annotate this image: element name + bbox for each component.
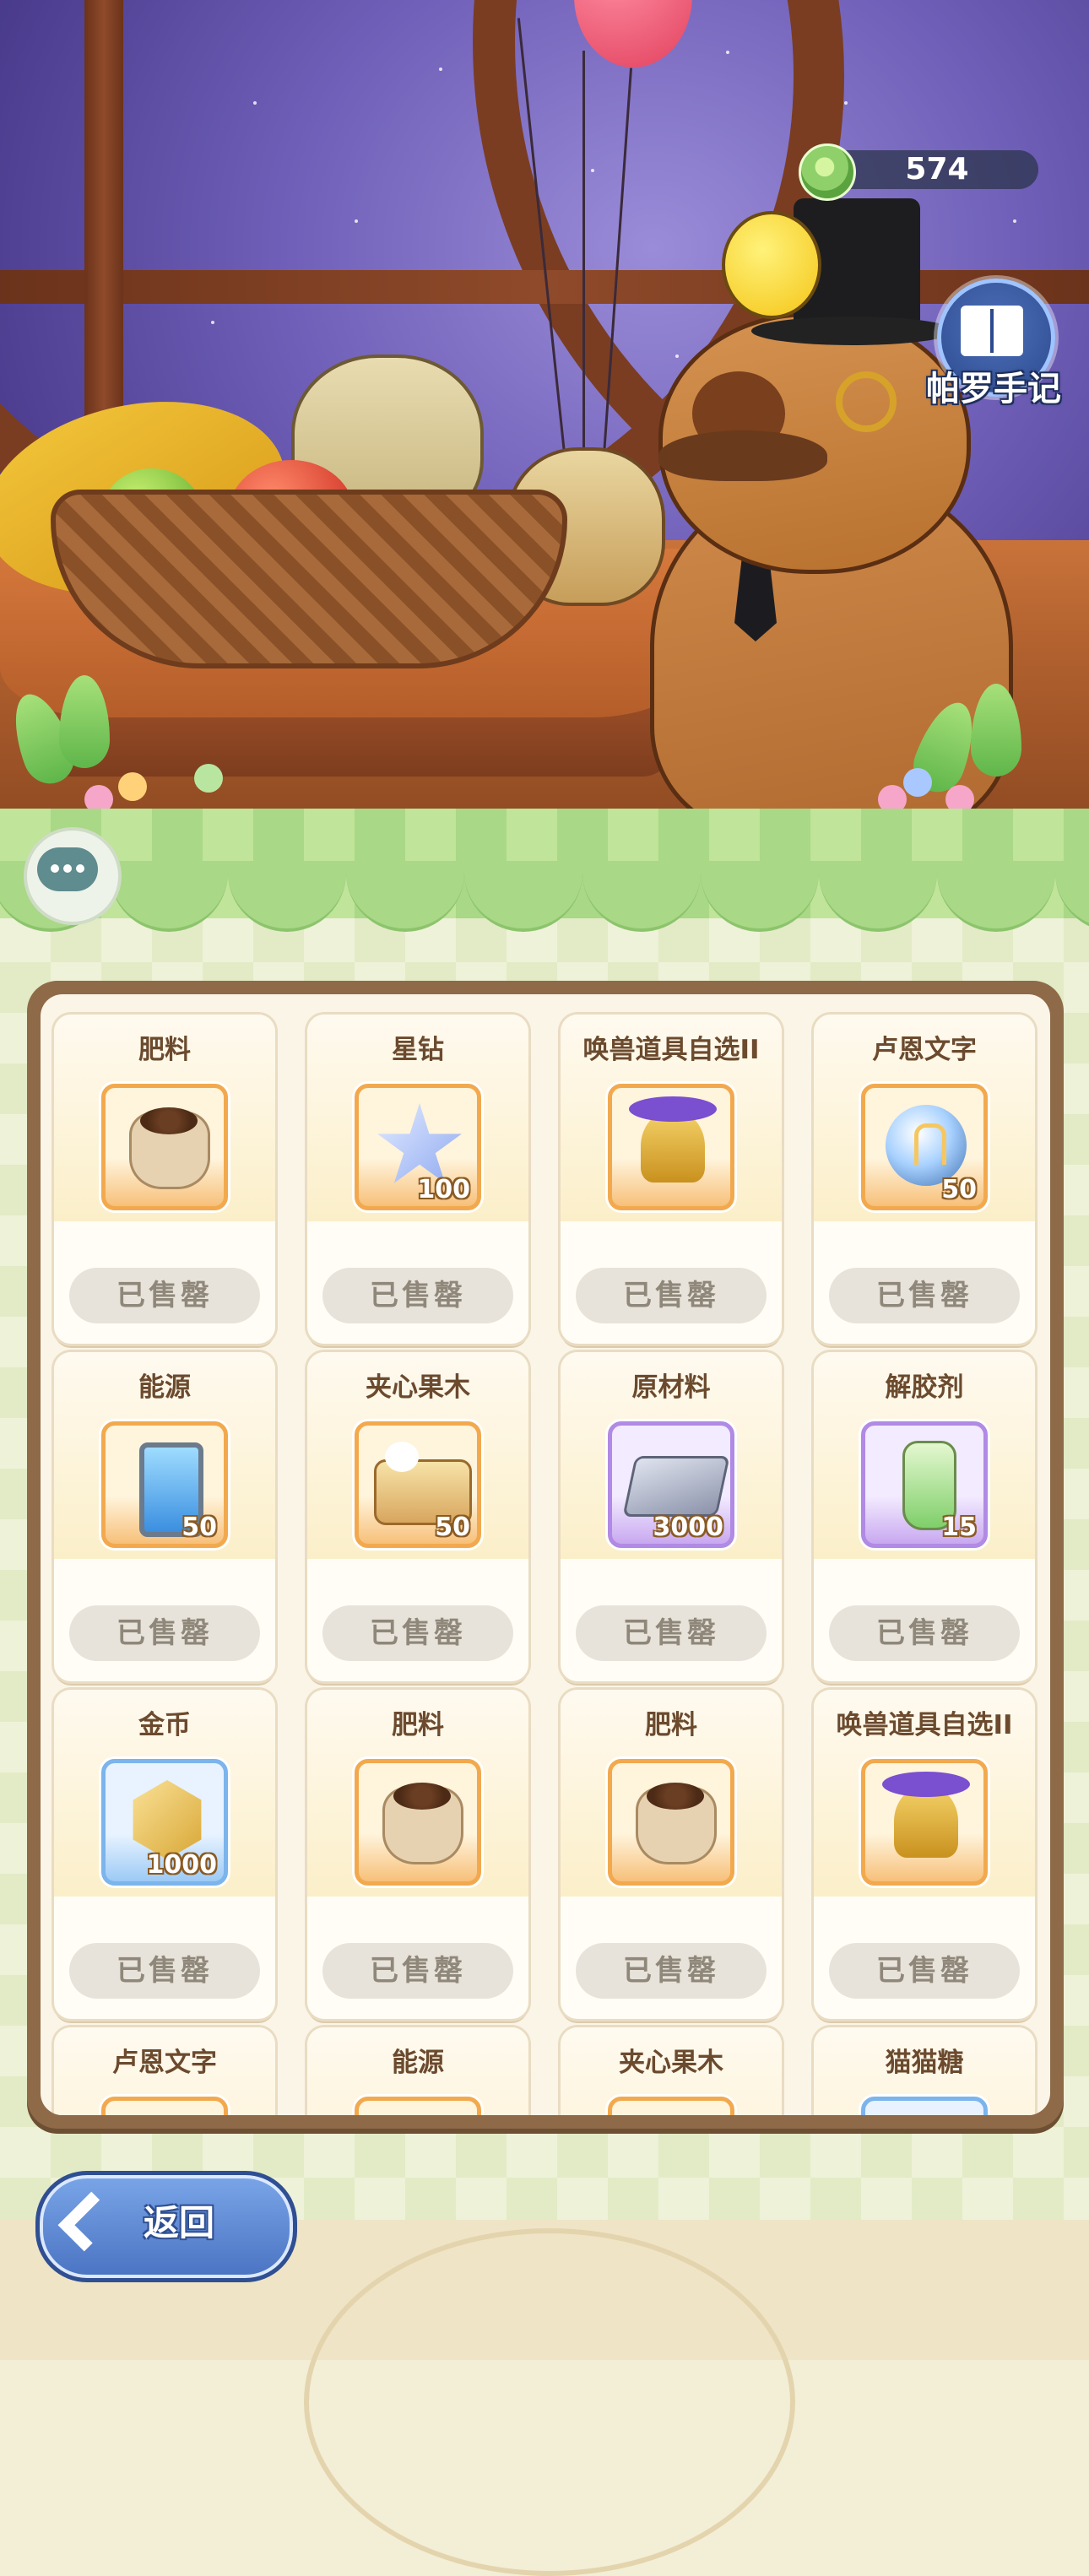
item-name: 能源 [138,1372,191,1403]
balloon-string [582,51,585,456]
item-name: 肥料 [392,1710,444,1740]
shop-item-card[interactable]: 唤兽道具自选II 已售罄 [814,1690,1035,2019]
fertilizer-sack-icon [636,1783,717,1864]
item-name: 原材料 [631,1372,711,1403]
sold-out-button[interactable]: 已售罄 [829,1943,1020,1999]
item-icon-frame: 50 [861,1084,988,1210]
item-quantity: 1000 [146,1850,218,1880]
item-name: 夹心果木 [366,1372,470,1403]
gold-coin-icon [133,1780,202,1859]
sold-out-button[interactable]: 已售罄 [69,1268,260,1323]
monocle [836,371,897,432]
fertilizer-sack-icon [382,1783,463,1864]
book-quill-icon [961,306,1023,356]
item-quantity: 50 [941,1175,977,1204]
fruit-basket [51,490,567,668]
shop-item-card[interactable]: 解胶剂 15 已售罄 [814,1352,1035,1681]
item-quantity: 50 [435,1513,470,1542]
metal-ingot-icon [622,1456,730,1517]
item-name: 卢恩文字 [872,1035,977,1065]
item-quantity: 15 [941,1513,977,1542]
item-icon-frame [355,2097,481,2115]
chat-dot [63,864,72,873]
item-icon-frame [608,2097,734,2115]
item-icon-frame: 50 [355,1421,481,1548]
shop-item-card[interactable]: 原材料 3000 已售罄 [561,1352,782,1681]
item-name: 解胶剂 [885,1372,964,1403]
shop-item-card[interactable]: 肥料 已售罄 [561,1690,782,2019]
sold-out-button[interactable]: 已售罄 [322,1268,513,1323]
sold-out-button[interactable]: 已售罄 [69,1943,260,1999]
item-icon-frame: 100 [355,1084,481,1210]
item-icon-frame [101,1084,228,1210]
shop-item-card[interactable]: 星钻 100 已售罄 [307,1015,528,1344]
item-icon-frame [608,1759,734,1886]
back-label[interactable]: 返回 [144,2194,214,2246]
chat-dot [76,864,84,873]
shop-panel[interactable]: 肥料 已售罄 星钻 100 已售罄 唤兽道具自选II 已售罄 卢恩文字 50 已售罄 能源 50 已售罄… [41,994,1050,2115]
golden-bell-icon [629,1096,717,1182]
item-icon-frame [101,2097,228,2115]
shop-item-card[interactable]: 能源 [307,2027,528,2115]
item-name: 能源 [392,2048,444,2078]
item-quantity: 3000 [653,1513,724,1542]
shop-item-card[interactable]: 夹心果木 50 已售罄 [307,1352,528,1681]
shop-item-card[interactable]: 唤兽道具自选II 已售罄 [561,1015,782,1344]
shop-item-card[interactable]: 肥料 已售罄 [54,1015,275,1344]
item-name: 肥料 [138,1035,191,1065]
item-quantity: 50 [182,1513,217,1542]
sold-out-button[interactable]: 已售罄 [576,1605,767,1661]
item-name: 卢恩文字 [112,2048,217,2078]
item-icon-frame: 50 [101,1421,228,1548]
rune-orb-icon [886,1105,967,1186]
shop-item-card[interactable]: 金币 1000 已售罄 [54,1690,275,2019]
item-name: 肥料 [645,1710,697,1740]
sold-out-button[interactable]: 已售罄 [829,1605,1020,1661]
shop-item-card[interactable]: 卢恩文字 50 已售罄 [814,1015,1035,1344]
item-icon-frame: 1000 [101,1759,228,1886]
item-icon-frame [861,1759,988,1886]
shop-item-card[interactable]: 肥料 已售罄 [307,1690,528,2019]
shop-scene [0,0,1089,827]
item-quantity: 100 [417,1175,470,1204]
fertilizer-sack-icon [129,1107,210,1189]
item-icon-frame: 15 [861,1421,988,1548]
item-name: 唤兽道具自选II [582,1035,760,1065]
sold-out-button[interactable]: 已售罄 [69,1605,260,1661]
handbook-label[interactable]: 帕罗手记 [913,361,1074,410]
awning-scallops [0,861,1089,932]
item-icon-frame [861,2097,988,2115]
sold-out-button[interactable]: 已售罄 [322,1605,513,1661]
shop-item-card[interactable]: 卢恩文字 [54,2027,275,2115]
currency-value: 574 [905,152,969,187]
item-name: 夹心果木 [619,2048,723,2078]
item-name: 猫猫糖 [885,2048,964,2078]
golden-bell-icon [882,1772,970,1858]
top-hat-brim [751,317,954,345]
chick-mascot [722,211,821,319]
sold-out-button[interactable]: 已售罄 [322,1943,513,1999]
item-name: 金币 [138,1710,191,1740]
leaf-coin-icon [799,143,856,201]
item-name: 唤兽道具自选II [836,1710,1013,1740]
mustache [658,430,827,481]
window-post [84,0,123,473]
chat-dot [51,864,59,873]
item-icon-frame [608,1084,734,1210]
item-name: 星钻 [392,1035,444,1065]
sold-out-button[interactable]: 已售罄 [576,1943,767,1999]
item-icon-frame: 3000 [608,1421,734,1548]
shop-item-card[interactable]: 能源 50 已售罄 [54,1352,275,1681]
sold-out-button[interactable]: 已售罄 [576,1268,767,1323]
sold-out-button[interactable]: 已售罄 [829,1268,1020,1323]
shop-item-card[interactable]: 猫猫糖 [814,2027,1035,2115]
item-icon-frame [355,1759,481,1886]
shop-item-card[interactable]: 夹心果木 [561,2027,782,2115]
decorative-emblem [304,2228,795,2576]
